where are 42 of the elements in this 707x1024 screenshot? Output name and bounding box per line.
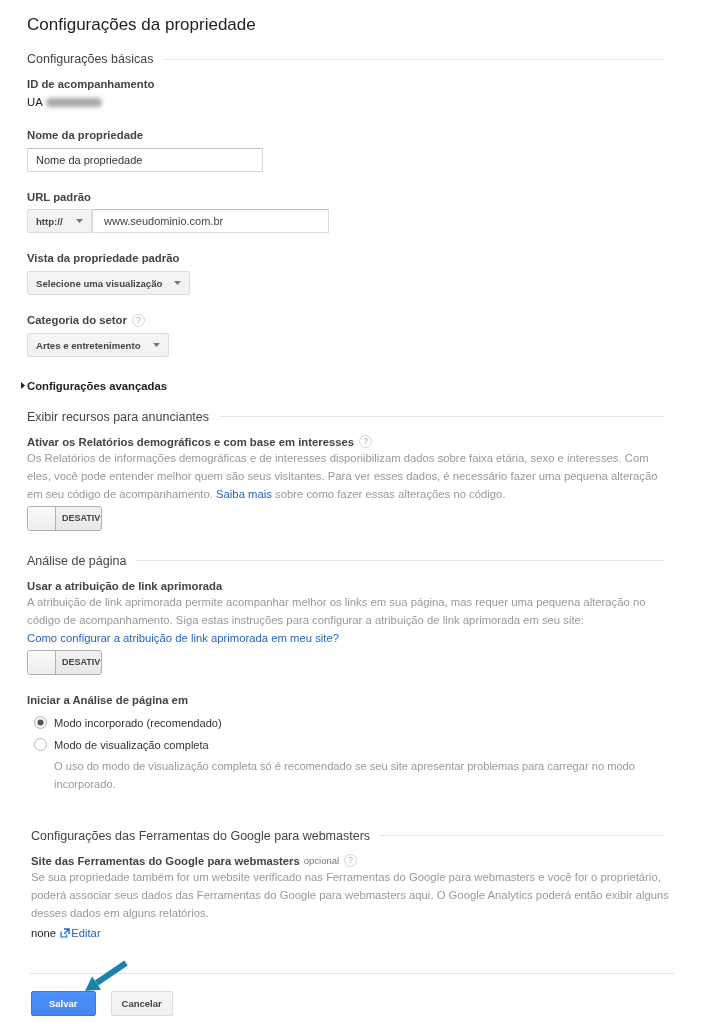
site-value: none — [31, 926, 57, 939]
field-label: Usar a atribuição de link aprimorada — [27, 578, 223, 594]
protocol-select[interactable]: http:// — [27, 209, 92, 233]
url-input[interactable]: www.seudominio.com.br — [92, 209, 329, 233]
caret-icon — [152, 343, 160, 347]
option-hint: O uso do modo de visualização completa só é recomendado se seu site apresentar problemas para carregar no modo incorporado. — [54, 758, 636, 792]
expander-toggle[interactable]: Configurações avançadas — [21, 377, 167, 394]
external-link-icon — [60, 927, 71, 938]
field-label: Categoria do setor — [27, 313, 127, 328]
section-heading: Configurações básicas — [27, 51, 154, 67]
field-label: Iniciar a Análise de página em — [27, 692, 188, 708]
section-heading: Análise de página — [27, 552, 127, 569]
radio-option[interactable]: Modo de visualização completa — [34, 735, 209, 754]
setting-description: Se sua propriedade também for um website verificado nas Ferramentas do Google para webmasters e você for o proprietário, poderá associar seus dados das Ferramentas do Google para webmasters aqui. O Google Analytics poderá então exibir alguns desses dados em alguns relatórios. — [31, 869, 669, 921]
field-label: Vista da propriedade padrão — [27, 251, 180, 266]
radio-option[interactable]: Modo incorporado (recomendado) — [34, 713, 222, 732]
text-input[interactable]: Nome da propriedade — [27, 148, 263, 172]
help-link[interactable]: Saiba mais — [216, 487, 272, 500]
toggle-switch[interactable]: DESATIV — [27, 505, 103, 531]
tracking-id: UA — [27, 96, 43, 108]
help-link[interactable]: Como configurar a atribuição de link aprimorada em meu site? — [27, 631, 340, 644]
edit-link[interactable]: Editar — [60, 926, 101, 939]
caret-icon — [174, 281, 182, 285]
toggle-switch[interactable]: DESATIV — [27, 649, 103, 675]
page-title: Configurações da propriedade — [27, 14, 257, 36]
triangle-icon — [21, 382, 25, 389]
field-label: Ativar os Relatórios demográficos e com base em interesses — [27, 434, 355, 450]
section-heading: Configurações das Ferramentas do Google para webmasters — [31, 827, 371, 844]
field-label: ID de acompanhamento — [27, 77, 155, 92]
dropdown[interactable]: Artes e entretenimento — [27, 333, 169, 357]
radio-icon[interactable] — [34, 738, 47, 751]
setting-description: A atribuição de link aprimorada permite acompanhar melhor os links em sua página, mas requer uma pequena alteração no código de acompanhamento. Siga estas instruções para configurar a atribuição de link aprimorada em seu site: Como configurar a atribuição de link aprimorada em meu site? — [27, 594, 647, 646]
cancel-button[interactable]: Cancelar — [110, 990, 173, 1016]
caret-icon — [76, 219, 83, 223]
radio-icon[interactable] — [34, 716, 47, 729]
setting-description: Os Relatórios de informações demográficas e de interesses disponibilizam dados sobre faixa etária, sexo e interesses. Com eles, você pode entender melhor quem são seus visitantes. Para ver esses dados, é necessário fazer uma pequena alteração em seu código de acompanhamento. Saiba mais sobre como fazer essas alterações no código. — [27, 450, 659, 502]
optional-note: opcional — [303, 853, 340, 868]
field-label: Nome da propriedade — [27, 128, 144, 143]
section-heading: Exibir recursos para anunciantes — [27, 408, 210, 425]
dropdown[interactable]: Selecione uma visualização — [27, 271, 191, 295]
field-label: URL padrão — [27, 190, 91, 205]
field-label: Site das Ferramentas do Google para webmasters — [31, 853, 300, 869]
